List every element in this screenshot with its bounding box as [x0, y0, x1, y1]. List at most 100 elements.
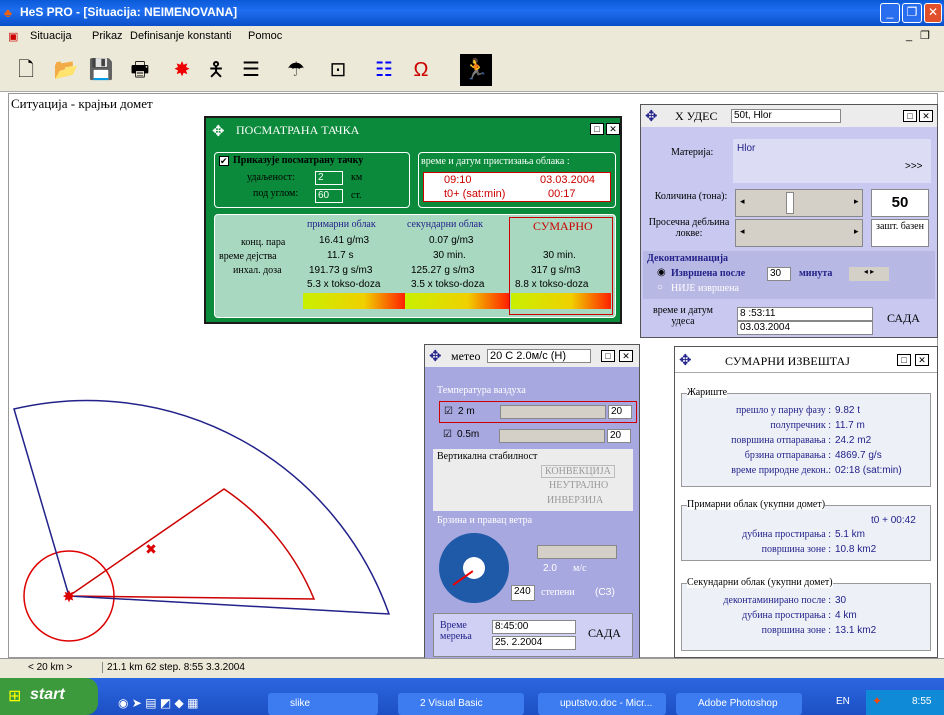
temp-2m-checkbox[interactable]: ☑	[444, 406, 453, 417]
lines-icon[interactable]: ☰	[235, 54, 267, 86]
report-row-label: дубина простирања :	[742, 610, 831, 621]
maximize-button[interactable]: ❐	[902, 3, 922, 23]
qty-value[interactable]: 50	[871, 189, 929, 217]
decon-not-label: НИЈЕ извршена	[671, 283, 739, 294]
show-point-checkbox[interactable]: ✔	[219, 156, 229, 166]
magnet-icon[interactable]: Ω	[405, 54, 437, 86]
measurement-now-button[interactable]: САДА	[588, 626, 621, 641]
decon-not-radio[interactable]: ○	[657, 282, 663, 293]
menu-prikaz[interactable]: Prikaz	[92, 30, 123, 42]
more-button[interactable]: >>>	[905, 161, 923, 172]
accident-now-button[interactable]: САДА	[887, 311, 920, 326]
wind-speed-slider[interactable]	[537, 545, 617, 559]
move-icon[interactable]: ✥	[645, 107, 658, 125]
distance-unit: км	[351, 172, 363, 183]
accident-point-icon[interactable]: ✸	[166, 54, 198, 86]
stability-convection[interactable]: КОНВЕКЦИЈА	[541, 465, 615, 478]
menu-situacija[interactable]: Situacija	[30, 30, 72, 42]
panel-restore-icon[interactable]: □	[897, 354, 911, 366]
menu-definisanje[interactable]: Definisanje konstanti	[130, 30, 232, 42]
decon-spinner[interactable]: ◂ ▸	[849, 267, 889, 281]
menu-pomoc[interactable]: Pomoc	[248, 30, 282, 42]
show-point-label: Приказује посматрану тачку	[233, 155, 364, 166]
open-folder-icon[interactable]: 📂	[50, 54, 82, 86]
basin-button[interactable]: зашт. базен	[871, 219, 929, 247]
task-photoshop[interactable]: Adobe Photoshop	[676, 693, 802, 715]
report-row: дубина простирања : 5.1 km	[685, 529, 927, 544]
accident-time-input[interactable]: 8 :53:11	[737, 307, 873, 321]
new-file-icon[interactable]: 🗋	[10, 54, 42, 86]
arrival-date: 03.03.2004	[540, 174, 596, 186]
temp-05m-checkbox[interactable]: ☑	[443, 429, 452, 440]
panel-restore-icon[interactable]: □	[903, 110, 917, 122]
angle-input[interactable]: 60	[315, 189, 343, 203]
task-visual-basic[interactable]: 2 Visual Basic	[398, 693, 524, 715]
row-label-dose: инхал. доза	[233, 265, 282, 276]
minimize-button[interactable]: _	[880, 3, 900, 23]
list-icon[interactable]: ☷	[368, 54, 400, 86]
move-icon[interactable]: ✥	[679, 351, 692, 369]
panel-close-icon[interactable]: ✕	[606, 123, 620, 135]
tray-icon[interactable]: ✦	[872, 694, 882, 708]
row-label-conc: конц. пара	[241, 237, 286, 248]
exit-icon[interactable]: 🏃	[460, 54, 492, 86]
measurement-group: Време мерења 8:45:00 25. 2.2004 САДА	[433, 613, 633, 657]
temp-title: Температура ваздуха	[437, 385, 526, 396]
temp-05m-slider[interactable]	[499, 429, 605, 443]
measurement-time[interactable]: 8:45:00	[492, 620, 576, 634]
distance-input[interactable]: 2	[315, 171, 343, 185]
status-bar: < 20 km > 21.1 km 62 step. 8:55 3.3.2004	[0, 658, 944, 678]
angle-unit: ст.	[351, 190, 362, 201]
total-dose: 317 g s/m3	[531, 265, 581, 276]
move-icon[interactable]: ✥	[212, 120, 225, 144]
task-word[interactable]: uputstvo.doc - Micr...	[538, 693, 666, 715]
report-row: прешло у парну фазу : 9.82 t	[685, 405, 927, 420]
decon-done-radio[interactable]: ◉	[657, 267, 666, 278]
temp-2m-slider[interactable]	[500, 405, 606, 419]
distance-label: удаљеност:	[247, 172, 295, 183]
decon-minutes[interactable]: 30	[767, 267, 791, 281]
print-icon[interactable]: 🖶	[124, 54, 156, 86]
panel-close-icon[interactable]: ✕	[915, 354, 929, 366]
move-icon[interactable]: ✥	[429, 347, 442, 365]
temp-2m-value[interactable]: 20	[608, 405, 632, 419]
primary-conc: 16.41 g/m3	[319, 235, 370, 246]
panel-restore-icon[interactable]: □	[590, 123, 604, 135]
panel-close-icon[interactable]: ✕	[919, 110, 933, 122]
report-row-label: површина зоне :	[761, 544, 831, 555]
temp-05m-value[interactable]: 20	[607, 429, 631, 443]
stability-neutral[interactable]: НЕУТРАЛНО	[549, 480, 608, 491]
language-indicator[interactable]: EN	[836, 696, 850, 707]
mdi-minimize-icon[interactable]: _	[906, 30, 912, 42]
quicklaunch-icons[interactable]: ◉ ➤ ▤ ◩ ◆ ▦	[118, 696, 198, 710]
task-slike[interactable]: slike	[268, 693, 378, 715]
decon-group: Деконтаминација ◉ Извршена после 30 мину…	[643, 251, 935, 299]
qty-slider[interactable]: ◂ ▸	[735, 189, 863, 217]
mdi-restore-icon[interactable]: ❐	[920, 29, 930, 42]
accident-name[interactable]: 50t, Hlor	[731, 109, 841, 123]
total-time: 30 min.	[543, 250, 576, 261]
primary-tox: 5.3 x tokso-doza	[307, 279, 381, 290]
material-label: Материја:	[671, 147, 714, 158]
measurement-date[interactable]: 25. 2.2004	[492, 636, 576, 650]
start-button[interactable]: ⊞ start	[0, 678, 98, 715]
stability-inversion[interactable]: ИНВЕРЗИЈА	[547, 495, 603, 506]
stability-title: Вертикална стабилност	[437, 451, 538, 462]
depth-slider[interactable]: ◂ ▸	[735, 219, 863, 247]
arrival-title: време и датум пристизања облака :	[421, 156, 570, 167]
shower-icon[interactable]: ☂	[280, 54, 312, 86]
close-button[interactable]: ✕	[924, 3, 942, 23]
wind-dial[interactable]	[439, 533, 509, 603]
save-icon[interactable]: 💾	[85, 54, 117, 86]
report-row-label: деконтаминирано после :	[723, 595, 831, 606]
report-row-value: 11.7 m	[835, 420, 865, 431]
accident-date-input[interactable]: 03.03.2004	[737, 321, 873, 335]
material-box[interactable]: Hlor >>>	[733, 139, 931, 183]
person-icon[interactable]: 🯅	[200, 54, 232, 86]
meteo-summary: 20 C 2.0м/с (Н)	[487, 349, 591, 363]
chart-icon[interactable]: ⊡	[322, 54, 354, 86]
panel-close-icon[interactable]: ✕	[619, 350, 633, 362]
panel-restore-icon[interactable]: □	[601, 350, 615, 362]
report-row-label: површина зоне :	[761, 625, 831, 636]
wind-direction-input[interactable]: 240	[511, 585, 535, 601]
